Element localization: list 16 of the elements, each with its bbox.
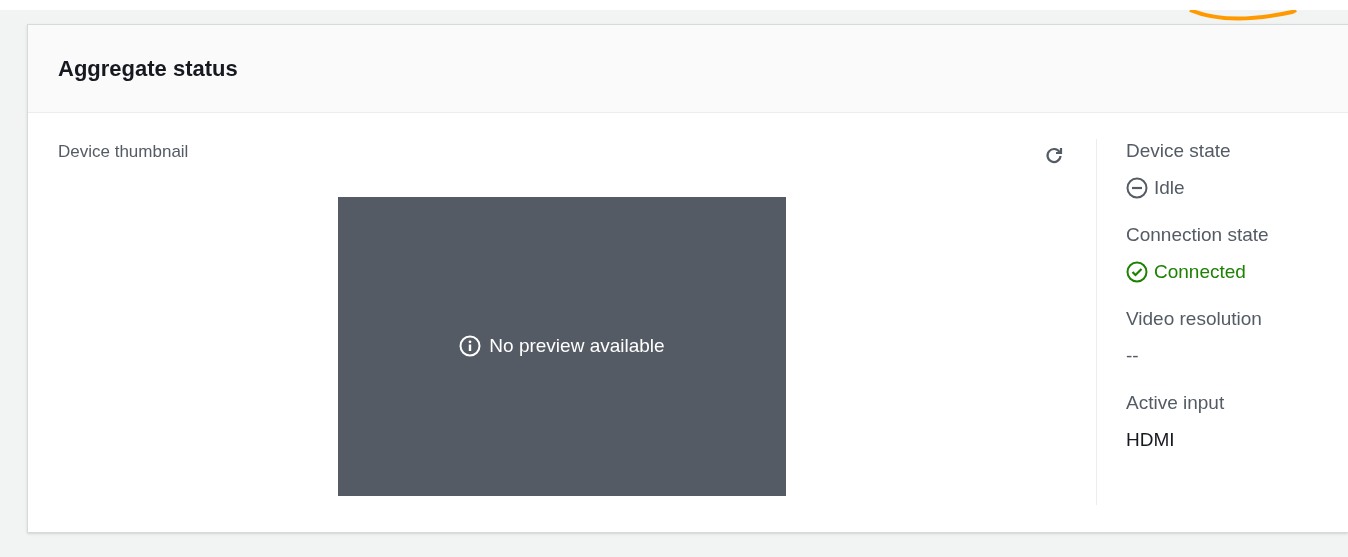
field-label: Device state [1126, 139, 1232, 163]
refresh-button[interactable] [1044, 145, 1064, 165]
check-circle-icon [1126, 261, 1148, 283]
stopped-icon [1126, 177, 1148, 199]
field-label: Active input [1126, 391, 1226, 415]
panel-title: Aggregate status [58, 55, 238, 83]
no-preview-message: No preview available [489, 333, 665, 358]
info-icon [459, 335, 482, 357]
field-label: Connection state [1126, 223, 1269, 247]
thumbnail-label: Device thumbnail [58, 141, 189, 163]
field-value: HDMI [1126, 427, 1175, 452]
refresh-icon [1044, 145, 1064, 165]
field-label: Video resolution [1126, 307, 1263, 331]
field-value: Connected [1154, 259, 1246, 284]
field-value: Idle [1154, 175, 1185, 200]
field-value: -- [1126, 343, 1139, 368]
